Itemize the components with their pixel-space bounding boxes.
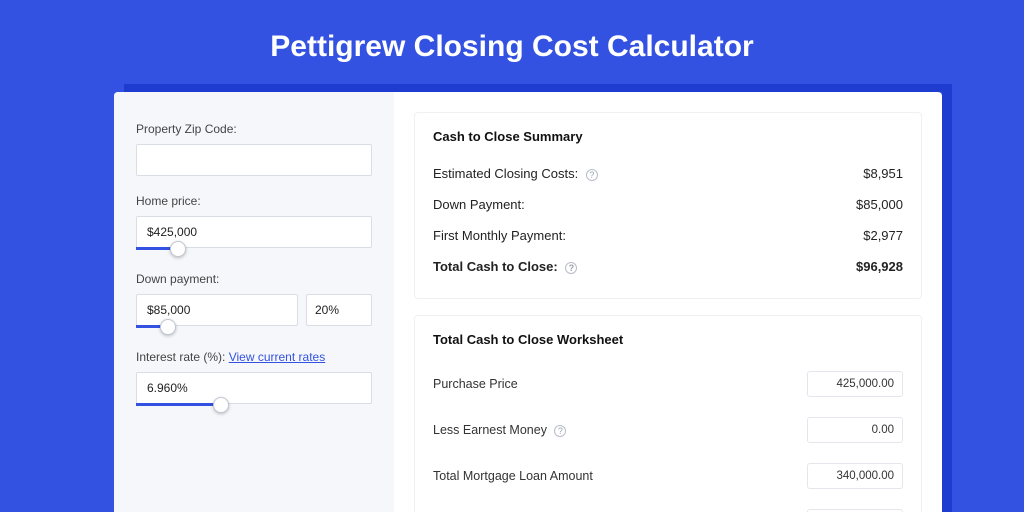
zip-input[interactable] <box>136 144 372 176</box>
summary-row-first-monthly: First Monthly Payment: $2,977 <box>433 220 903 251</box>
summary-total-label-text: Total Cash to Close: <box>433 259 558 274</box>
summary-row-closing-costs: Estimated Closing Costs: ? $8,951 <box>433 158 903 189</box>
summary-total-label: Total Cash to Close: ? <box>433 259 577 274</box>
home-price-label: Home price: <box>136 194 372 208</box>
down-payment-label: Down payment: <box>136 272 372 286</box>
summary-value: $8,951 <box>863 166 903 181</box>
page-title: Pettigrew Closing Cost Calculator <box>0 0 1024 88</box>
interest-rate-thumb[interactable] <box>213 397 229 413</box>
help-icon[interactable]: ? <box>554 425 566 437</box>
summary-row-total: Total Cash to Close: ? $96,928 <box>433 251 903 282</box>
down-payment-thumb[interactable] <box>160 319 176 335</box>
worksheet-row-purchase-price: Purchase Price <box>433 361 903 407</box>
zip-label: Property Zip Code: <box>136 122 372 136</box>
help-icon[interactable]: ? <box>586 169 598 181</box>
summary-heading: Cash to Close Summary <box>433 129 903 144</box>
worksheet-label: Less Earnest Money ? <box>433 423 566 437</box>
worksheet-value-input[interactable] <box>807 463 903 489</box>
down-payment-field: Down payment: <box>136 272 372 326</box>
interest-rate-input[interactable] <box>136 372 372 404</box>
worksheet-value-input[interactable] <box>807 417 903 443</box>
card-shadow-top <box>124 84 952 92</box>
interest-rate-label: Interest rate (%): View current rates <box>136 350 372 364</box>
worksheet-section: Total Cash to Close Worksheet Purchase P… <box>414 315 922 512</box>
home-price-field: Home price: <box>136 194 372 248</box>
worksheet-value-input[interactable] <box>807 371 903 397</box>
inputs-panel: Property Zip Code: Home price: Down paym… <box>114 92 394 512</box>
worksheet-heading: Total Cash to Close Worksheet <box>433 332 903 347</box>
summary-section: Cash to Close Summary Estimated Closing … <box>414 112 922 299</box>
summary-value: $85,000 <box>856 197 903 212</box>
summary-label-text: Estimated Closing Costs: <box>433 166 578 181</box>
down-payment-slider[interactable] <box>136 294 298 326</box>
worksheet-label: Total Mortgage Loan Amount <box>433 469 593 483</box>
summary-label: First Monthly Payment: <box>433 228 566 243</box>
worksheet-label: Purchase Price <box>433 377 518 391</box>
down-payment-pct-input[interactable] <box>306 294 372 326</box>
interest-rate-label-text: Interest rate (%): <box>136 350 225 364</box>
summary-label: Down Payment: <box>433 197 525 212</box>
interest-rate-slider[interactable] <box>136 372 372 404</box>
down-payment-input[interactable] <box>136 294 298 326</box>
summary-total-value: $96,928 <box>856 259 903 274</box>
summary-value: $2,977 <box>863 228 903 243</box>
worksheet-row-second-mortgage: Total Second Mortgage Amount ? <box>433 499 903 512</box>
interest-rate-track <box>136 403 221 406</box>
help-icon[interactable]: ? <box>565 262 577 274</box>
interest-rate-field: Interest rate (%): View current rates <box>136 350 372 404</box>
zip-field: Property Zip Code: <box>136 122 372 176</box>
worksheet-row-mortgage-loan: Total Mortgage Loan Amount <box>433 453 903 499</box>
worksheet-label-text: Less Earnest Money <box>433 423 547 437</box>
summary-label: Estimated Closing Costs: ? <box>433 166 598 181</box>
worksheet-row-earnest-money: Less Earnest Money ? <box>433 407 903 453</box>
results-panel: Cash to Close Summary Estimated Closing … <box>394 92 942 512</box>
calculator-card: Property Zip Code: Home price: Down paym… <box>114 92 942 512</box>
home-price-slider[interactable] <box>136 216 372 248</box>
summary-row-down-payment: Down Payment: $85,000 <box>433 189 903 220</box>
home-price-thumb[interactable] <box>170 241 186 257</box>
card-shadow-right <box>942 84 952 512</box>
view-current-rates-link[interactable]: View current rates <box>229 350 326 364</box>
